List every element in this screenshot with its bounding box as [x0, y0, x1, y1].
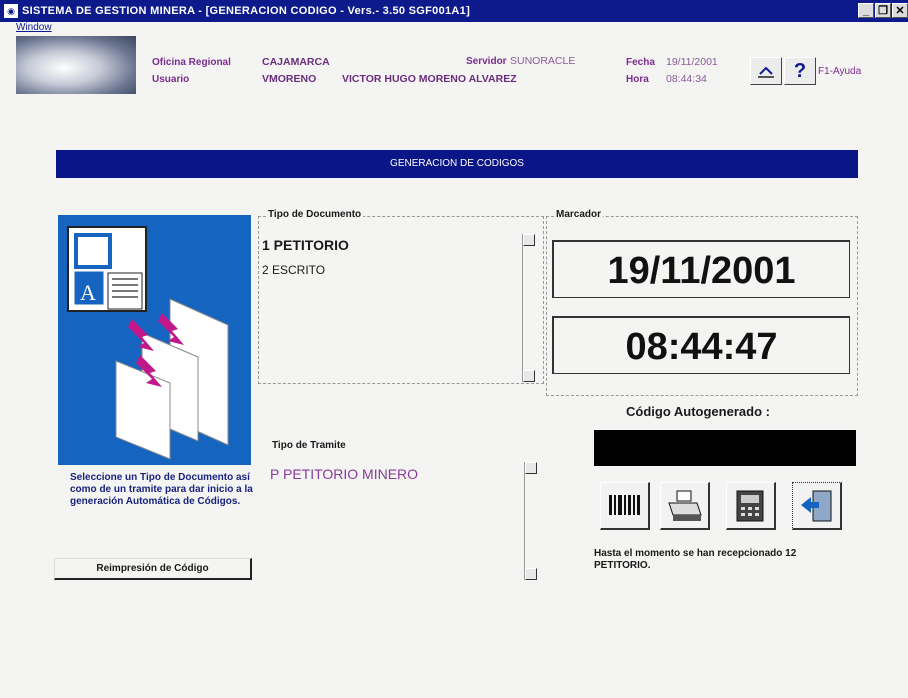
codigo-label: Código Autogenerado :: [626, 404, 770, 419]
tipo-tramite-title: Tipo de Tramite: [270, 440, 348, 451]
printer-icon: [668, 490, 702, 521]
tipo-documento-title: Tipo de Documento: [266, 209, 364, 220]
window-title: SISTEMA DE GESTION MINERA - [GENERACION …: [22, 5, 471, 17]
scroll-up-button[interactable]: [525, 462, 537, 474]
status-message: Hasta el momento se han recepcionado 12 …: [594, 548, 797, 571]
marcador-title: Marcador: [554, 209, 604, 220]
list-item[interactable]: 1 PETITORIO: [262, 237, 349, 253]
banner-title: GENERACION DE CODIGOS: [390, 158, 524, 169]
question-icon: ?: [793, 60, 807, 82]
help-hint: F1-Ayuda: [818, 66, 862, 77]
menu-window[interactable]: Window: [16, 22, 52, 33]
title-bar[interactable]: SISTEMA DE GESTION MINERA - [GENERACION …: [0, 0, 908, 22]
hora-label: Hora: [626, 74, 649, 85]
documents-icon: A: [67, 226, 229, 460]
section-banner: GENERACION DE CODIGOS: [56, 150, 858, 178]
help-button[interactable]: ?: [784, 57, 816, 85]
menu-bar: Window: [0, 22, 908, 36]
scroll-down-button[interactable]: [525, 568, 537, 580]
hora-value: 08:44:34: [666, 73, 707, 85]
instructions-text: Seleccione un Tipo de Documento así como…: [70, 472, 253, 507]
codigo-display: [594, 430, 856, 466]
usuario-name: VICTOR HUGO MORENO ALVAREZ: [342, 73, 517, 85]
fax-icon: [736, 490, 764, 522]
refresh-icon: [758, 66, 774, 78]
barcode-icon: [609, 495, 640, 515]
scroll-down-button[interactable]: [523, 370, 535, 382]
reprint-button[interactable]: Reimpresión de Código: [54, 558, 252, 580]
print-button[interactable]: [660, 482, 710, 530]
refresh-button[interactable]: [750, 57, 782, 85]
restore-button[interactable]: ❐: [875, 3, 891, 18]
exit-door-icon: [801, 490, 832, 522]
app-icon[interactable]: ◉: [4, 4, 18, 18]
servidor-value: SUNORACLE: [510, 55, 576, 67]
oficina-label: Oficina Regional: [152, 57, 231, 68]
documento-scrollbar[interactable]: [522, 234, 535, 382]
fecha-value: 19/11/2001: [666, 56, 718, 68]
exit-button[interactable]: [792, 482, 842, 530]
fecha-display: 19/11/2001: [552, 240, 850, 298]
minimize-button[interactable]: _: [858, 3, 874, 18]
list-item[interactable]: 2 ESCRITO: [262, 263, 325, 277]
svg-text:A: A: [80, 280, 96, 305]
fax-button[interactable]: [726, 482, 776, 530]
close-button[interactable]: ✕: [892, 3, 908, 18]
hora-display: 08:44:47: [552, 316, 850, 374]
fecha-label: Fecha: [626, 57, 655, 68]
servidor-label: Servidor: [466, 56, 507, 67]
usuario-label: Usuario: [152, 74, 190, 85]
scroll-up-button[interactable]: [523, 234, 535, 246]
usuario-code: VMORENO: [262, 73, 317, 85]
document-illustration: A: [58, 215, 251, 465]
tramite-scrollbar[interactable]: [524, 462, 537, 580]
oficina-value: CAJAMARCA: [262, 56, 330, 68]
company-logo: [16, 36, 136, 94]
list-item[interactable]: P PETITORIO MINERO: [270, 466, 418, 482]
barcode-button[interactable]: [600, 482, 650, 530]
